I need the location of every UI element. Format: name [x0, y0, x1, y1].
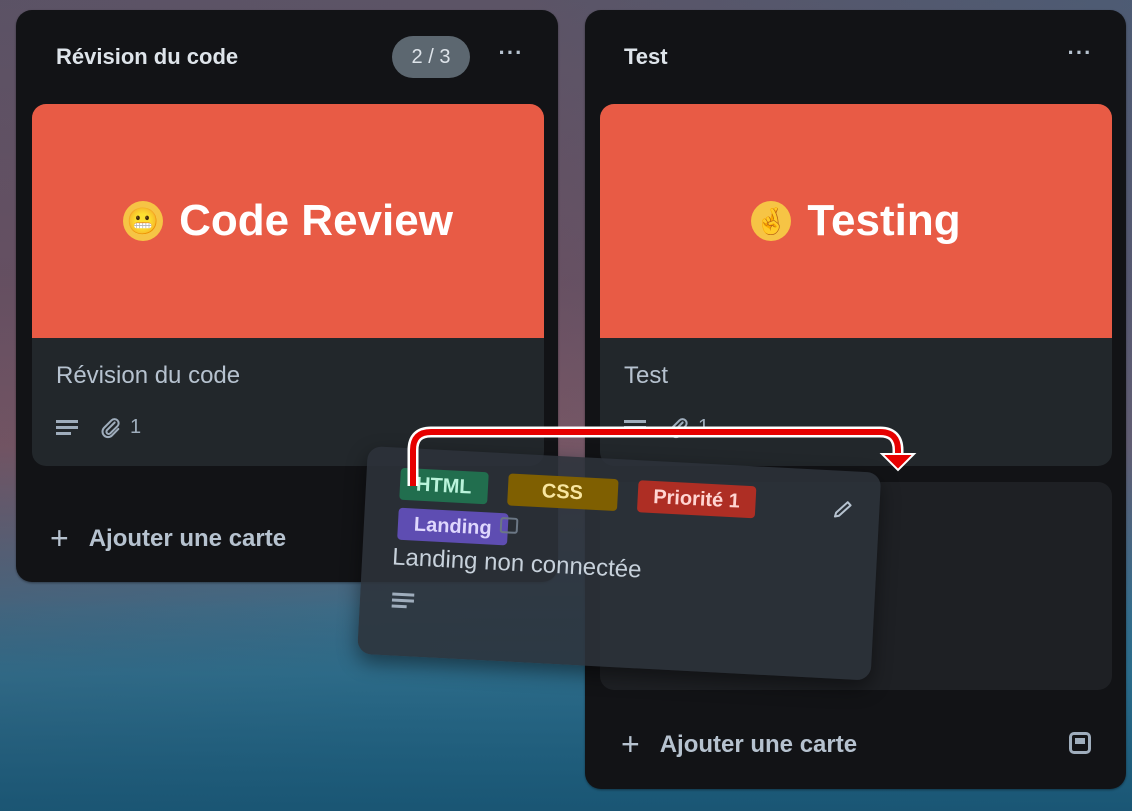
- label-css: CSS: [506, 473, 619, 512]
- attachment-badge: 1: [100, 416, 141, 439]
- description-icon: [56, 417, 78, 438]
- add-card-label: Ajouter une carte: [659, 730, 858, 758]
- card-badges: 1: [56, 416, 141, 439]
- edit-pencil-icon[interactable]: [831, 496, 856, 521]
- plus-icon: +: [621, 726, 640, 762]
- card-test[interactable]: 🤞 Testing Test 1: [600, 104, 1112, 466]
- card-badges: 1: [624, 416, 709, 439]
- list-title[interactable]: Révision du code: [56, 44, 238, 70]
- label-priority: Priorité 1: [636, 480, 757, 519]
- cover-text: Testing: [807, 196, 961, 245]
- attachment-count: 1: [698, 416, 710, 438]
- paperclip-icon: [101, 417, 120, 438]
- card-title: Révision du code: [56, 362, 241, 389]
- attachment-count: 1: [130, 416, 142, 438]
- card-count-badge: 2 / 3: [392, 36, 470, 78]
- description-icon: [391, 589, 415, 616]
- list-title[interactable]: Test: [624, 44, 668, 70]
- list-more-icon[interactable]: ···: [1065, 42, 1095, 72]
- cover-text: Code Review: [179, 196, 453, 245]
- dragged-card[interactable]: HTML CSS Priorité 1 Landing Landing non …: [357, 446, 882, 681]
- cover-image-icon: [499, 517, 519, 534]
- description-icon: [624, 417, 646, 438]
- label-html: HTML: [399, 467, 489, 505]
- label-landing: Landing: [397, 507, 509, 546]
- add-card-button[interactable]: + Ajouter une carte: [50, 520, 286, 557]
- grimacing-emoji-icon: 😬: [123, 201, 164, 241]
- attachment-badge: 1: [668, 416, 709, 439]
- add-card-button[interactable]: + Ajouter une carte: [621, 726, 857, 763]
- plus-icon: +: [50, 520, 69, 556]
- card-revision-du-code[interactable]: 😬 Code Review Révision du code 1: [32, 104, 544, 466]
- card-cover: 😬 Code Review: [32, 104, 544, 338]
- card-template-icon[interactable]: [1069, 732, 1091, 754]
- add-card-label: Ajouter une carte: [88, 524, 287, 552]
- card-title: Test: [624, 362, 669, 389]
- list-more-icon[interactable]: ···: [496, 42, 526, 72]
- card-cover: 🤞 Testing: [600, 104, 1112, 338]
- paperclip-icon: [669, 417, 688, 438]
- crossed-fingers-emoji-icon: 🤞: [751, 201, 792, 241]
